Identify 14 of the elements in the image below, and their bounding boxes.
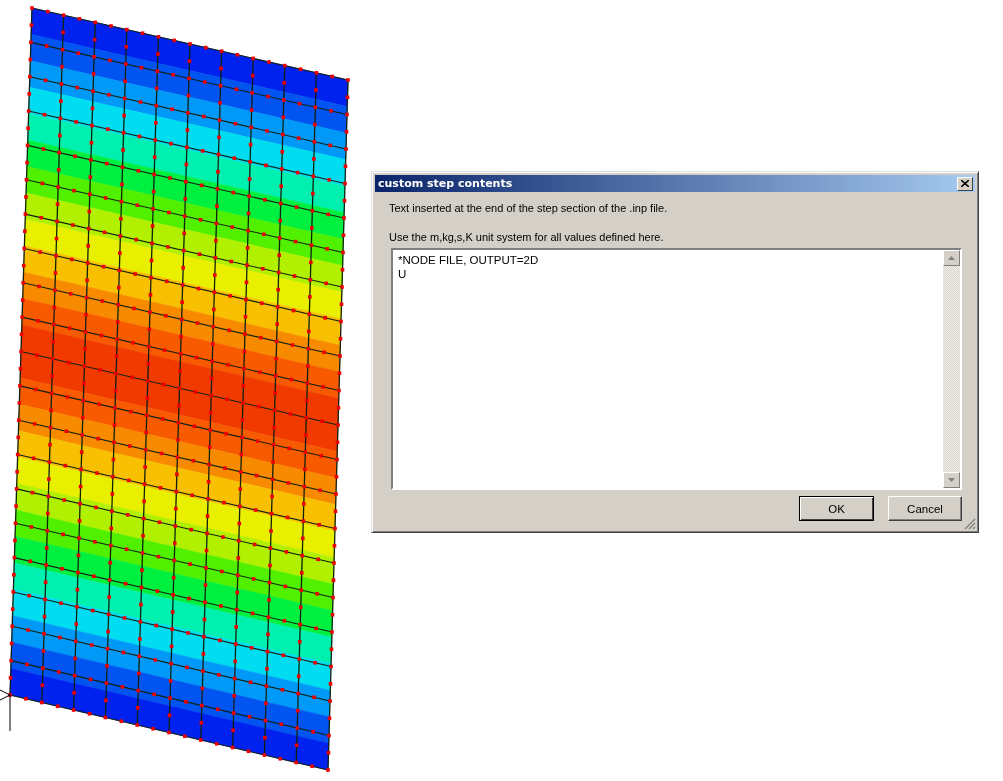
cancel-button[interactable]: Cancel [888, 496, 962, 521]
scroll-down-button[interactable] [943, 472, 960, 488]
close-icon [961, 180, 969, 187]
ok-button[interactable]: OK [799, 496, 874, 521]
down-arrow-icon [948, 478, 955, 482]
window-title: custom step contents [378, 177, 513, 190]
description-text: Text inserted at the end of the step section of the .inp file. [389, 202, 669, 214]
text-area-field[interactable]: *NODE FILE, OUTPUT=2D U [391, 248, 962, 490]
scroll-up-button[interactable] [943, 250, 960, 266]
close-button[interactable] [957, 176, 973, 191]
units-note-text: Use the m,kg,s,K unit system for all values defined here. [389, 231, 665, 243]
resize-grip-icon[interactable] [964, 518, 976, 530]
up-arrow-icon [948, 256, 955, 260]
vertical-scrollbar[interactable] [943, 250, 960, 488]
